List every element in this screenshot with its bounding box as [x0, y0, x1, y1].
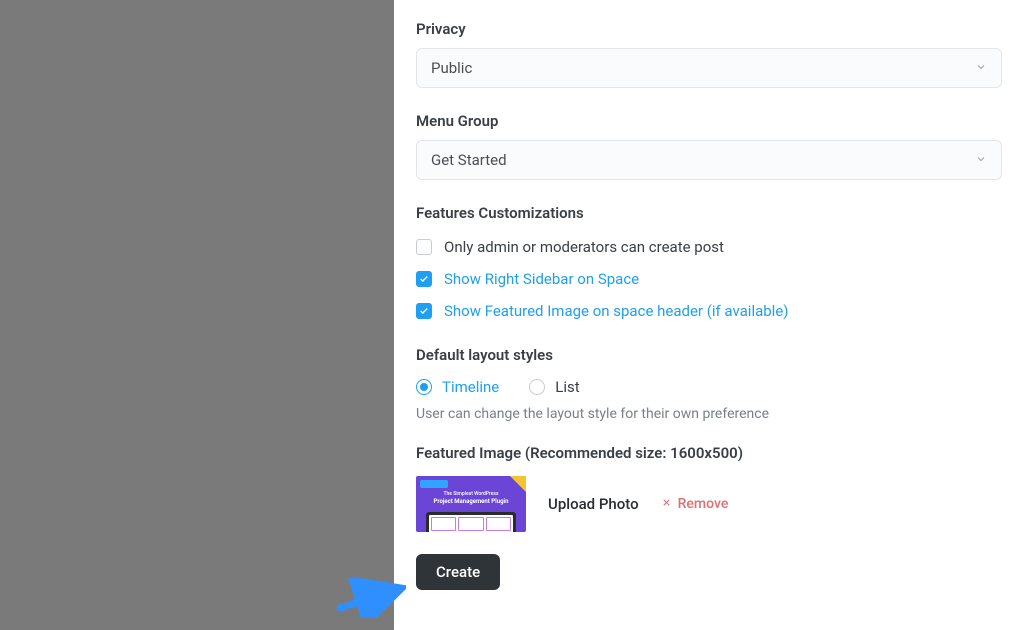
thumb-tag-icon [420, 480, 448, 488]
thumb-line2: Project Management Plugin [416, 498, 526, 505]
layout-timeline-label: Timeline [442, 378, 499, 396]
create-button[interactable]: Create [416, 554, 500, 590]
checkbox-checked-icon [416, 271, 432, 287]
layout-timeline-option[interactable]: Timeline [416, 378, 499, 396]
checkbox-unchecked-icon [416, 239, 432, 255]
menu-group-label: Menu Group [416, 112, 1002, 130]
remove-label: Remove [678, 496, 729, 512]
upload-photo-button[interactable]: Upload Photo [548, 495, 639, 513]
featured-image-row: The Simplest WordPress Project Managemen… [416, 476, 1002, 532]
features-label: Features Customizations [416, 204, 1002, 222]
layout-helper: User can change the layout style for the… [416, 406, 1002, 422]
thumb-mock [426, 512, 516, 532]
layout-list-label: List [555, 378, 579, 396]
remove-button[interactable]: Remove [661, 496, 729, 512]
corner-badge-icon [510, 476, 526, 492]
privacy-select[interactable]: Public [416, 48, 1002, 88]
thumb-line1: The Simplest WordPress [416, 491, 526, 497]
privacy-value: Public [431, 59, 472, 77]
menu-group-select[interactable]: Get Started [416, 140, 1002, 180]
feature-right-sidebar-row[interactable]: Show Right Sidebar on Space [416, 270, 1002, 288]
layout-label: Default layout styles [416, 346, 1002, 364]
layout-list-option[interactable]: List [529, 378, 579, 396]
featured-image-label: Featured Image (Recommended size: 1600x5… [416, 444, 1002, 462]
settings-panel: Privacy Public Menu Group Get Started Fe… [394, 0, 1024, 630]
feature-right-sidebar-label: Show Right Sidebar on Space [444, 270, 639, 288]
featured-image-thumbnail[interactable]: The Simplest WordPress Project Managemen… [416, 476, 526, 532]
radio-unselected-icon [529, 379, 545, 395]
feature-admin-only-label: Only admin or moderators can create post [444, 238, 724, 256]
menu-group-value: Get Started [431, 151, 507, 169]
feature-admin-only-row[interactable]: Only admin or moderators can create post [416, 238, 1002, 256]
checkbox-checked-icon [416, 303, 432, 319]
radio-selected-icon [416, 379, 432, 395]
feature-featured-image-row[interactable]: Show Featured Image on space header (if … [416, 302, 1002, 320]
chevron-down-icon [975, 59, 987, 77]
chevron-down-icon [975, 151, 987, 169]
feature-featured-image-label: Show Featured Image on space header (if … [444, 302, 789, 320]
layout-options: Timeline List [416, 378, 1002, 396]
privacy-label: Privacy [416, 20, 1002, 38]
close-icon [661, 496, 672, 512]
